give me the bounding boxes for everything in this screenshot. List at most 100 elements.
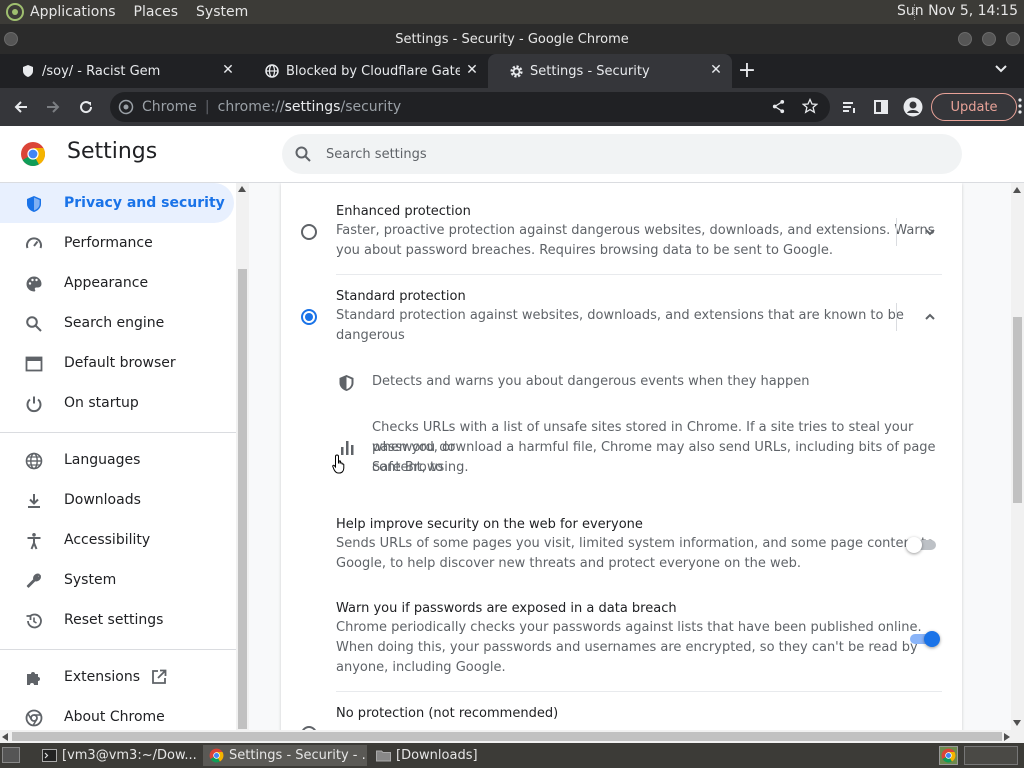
bookmark-star-icon[interactable] (801, 97, 819, 118)
url-host: settings (284, 99, 341, 115)
omnibox-divider: | (204, 99, 210, 115)
enhanced-protection-radio[interactable] (301, 224, 317, 240)
os-logo-icon[interactable] (6, 3, 24, 21)
taskbar-item-label: [vm3@vm3:~/Dow... (62, 748, 197, 763)
scroll-up-arrow-icon[interactable] (238, 186, 246, 192)
close-icon[interactable]: ✕ (464, 62, 480, 78)
forward-button[interactable] (42, 96, 64, 118)
help-improve-toggle[interactable] (906, 537, 938, 553)
vertical-divider (896, 303, 897, 331)
side-panel-icon[interactable] (870, 96, 892, 118)
sidebar-item-performance[interactable]: Performance (0, 223, 234, 263)
close-icon[interactable]: ✕ (220, 62, 236, 78)
safe-browsing-card: Enhanced protection Faster, proactive pr… (281, 183, 962, 730)
row-divider (336, 274, 942, 275)
back-button[interactable] (10, 96, 32, 118)
sidebar-item-on-startup[interactable]: On startup (0, 383, 234, 423)
os-taskbar: [vm3@vm3:~/Dow... Settings - Security - … (0, 743, 1024, 768)
help-improve-title: Help improve security on the web for eve… (336, 517, 643, 532)
workspace-switcher[interactable] (964, 746, 1018, 765)
sidebar-item-downloads[interactable]: Downloads (0, 480, 234, 520)
settings-main: Enhanced protection Faster, proactive pr… (249, 183, 1011, 730)
sidebar-item-system[interactable]: System (0, 560, 234, 600)
tab-search-icon[interactable] (994, 62, 1010, 78)
search-bar[interactable] (282, 134, 962, 174)
address-bar[interactable]: Chrome | chrome://settings/security (110, 92, 830, 122)
sidebar-item-extensions[interactable]: Extensions (0, 657, 234, 697)
sidebar-item-label: Privacy and security (64, 195, 225, 211)
password-warn-toggle[interactable] (908, 631, 940, 647)
scroll-right-arrow-icon[interactable] (1004, 733, 1010, 741)
sidebar-item-label: System (64, 572, 117, 588)
search-input[interactable] (326, 146, 926, 162)
standard-detail-2-line-3: Safe Browsing. (372, 460, 469, 475)
tab-soy[interactable]: /soy/ - Racist Gem ✕ (0, 54, 244, 88)
history-icon (24, 611, 43, 630)
os-menu-system[interactable]: System (196, 4, 248, 20)
sidebar-item-languages[interactable]: Languages (0, 440, 234, 480)
scrollbar-thumb[interactable] (12, 732, 1002, 741)
tray-chrome-icon[interactable] (939, 746, 958, 765)
scroll-up-arrow-icon[interactable] (1013, 187, 1021, 193)
minimize-icon[interactable] (958, 32, 972, 46)
tab-settings-security[interactable]: Settings - Security ✕ (488, 54, 732, 88)
url-prefix: chrome:// (217, 99, 285, 115)
taskbar-item-terminal[interactable]: [vm3@vm3:~/Dow... (36, 745, 198, 766)
sidebar-item-appearance[interactable]: Appearance (0, 263, 234, 303)
site-label: Chrome (142, 99, 197, 115)
show-desktop-icon[interactable] (2, 747, 20, 763)
sidebar-scrollbar[interactable] (236, 183, 249, 730)
scrollbar-thumb[interactable] (238, 269, 247, 729)
password-warn-title: Warn you if passwords are exposed in a d… (336, 601, 677, 616)
external-link-icon[interactable] (150, 668, 168, 686)
tab-strip: /soy/ - Racist Gem ✕ Blocked by Cloudfla… (0, 54, 1024, 88)
scrollbar-thumb[interactable] (1013, 317, 1022, 503)
page-scrollbar[interactable] (1011, 183, 1024, 730)
scroll-down-arrow-icon[interactable] (1013, 720, 1021, 726)
sidebar-item-privacy-and-security[interactable]: Privacy and security (0, 183, 234, 223)
taskbar-item-chrome[interactable]: Settings - Security - ... (203, 745, 367, 766)
chrome-site-icon[interactable] (118, 99, 134, 115)
update-button[interactable]: Update (931, 93, 1017, 121)
chevron-up-icon[interactable] (923, 310, 939, 326)
window-title: Settings - Security - Google Chrome (395, 31, 629, 47)
os-clock[interactable]: Sun Nov 5, 14:15 (897, 3, 1018, 19)
sidebar-item-default-browser[interactable]: Default browser (0, 343, 234, 383)
sidebar-item-about-chrome[interactable]: About Chrome (0, 697, 234, 730)
puzzle-icon (24, 668, 43, 687)
sidebar-item-label: Appearance (64, 275, 149, 291)
sidebar-item-accessibility[interactable]: Accessibility (0, 520, 234, 560)
sidebar-item-reset-settings[interactable]: Reset settings (0, 600, 234, 640)
close-icon[interactable]: ✕ (708, 62, 724, 78)
window-close-icon[interactable] (1006, 32, 1020, 46)
sidebar-item-search-engine[interactable]: Search engine (0, 303, 234, 343)
sidebar-item-label: Accessibility (64, 532, 151, 548)
taskbar-item-label: Settings - Security - ... (229, 748, 367, 763)
chevron-down-icon[interactable] (923, 225, 939, 241)
horizontal-scrollbar[interactable] (0, 730, 1024, 743)
enhanced-protection-desc-1: Faster, proactive protection against dan… (336, 223, 935, 238)
scroll-left-arrow-icon[interactable] (2, 733, 8, 741)
help-improve-desc-1: Sends URLs of some pages you visit, limi… (336, 536, 935, 551)
folder-icon (376, 748, 391, 763)
kebab-menu-icon[interactable] (1018, 98, 1022, 118)
taskbar-item-label: [Downloads] (396, 748, 478, 763)
os-menu-applications[interactable]: Applications (30, 4, 116, 20)
browser-window-icon (24, 354, 43, 373)
os-menu-places[interactable]: Places (134, 4, 179, 20)
standard-protection-radio[interactable] (301, 309, 317, 325)
maximize-icon[interactable] (982, 32, 996, 46)
window-menu-icon[interactable] (4, 32, 18, 46)
tab-cloudflare[interactable]: Blocked by Cloudflare Gateway ✕ (244, 54, 488, 88)
profile-avatar-icon[interactable] (902, 96, 924, 118)
share-icon[interactable] (771, 99, 786, 118)
new-tab-button[interactable]: + (736, 60, 758, 82)
reading-list-icon[interactable] (838, 96, 860, 118)
sidebar-item-label: Search engine (64, 315, 165, 331)
page-title: Settings (67, 139, 158, 164)
window-titlebar[interactable]: Settings - Security - Google Chrome (0, 24, 1024, 54)
enhanced-protection-title: Enhanced protection (336, 204, 471, 219)
taskbar-item-downloads[interactable]: [Downloads] (370, 745, 534, 766)
help-improve-desc-2: Google, to help discover new threats and… (336, 556, 801, 571)
reload-button[interactable] (75, 96, 97, 118)
